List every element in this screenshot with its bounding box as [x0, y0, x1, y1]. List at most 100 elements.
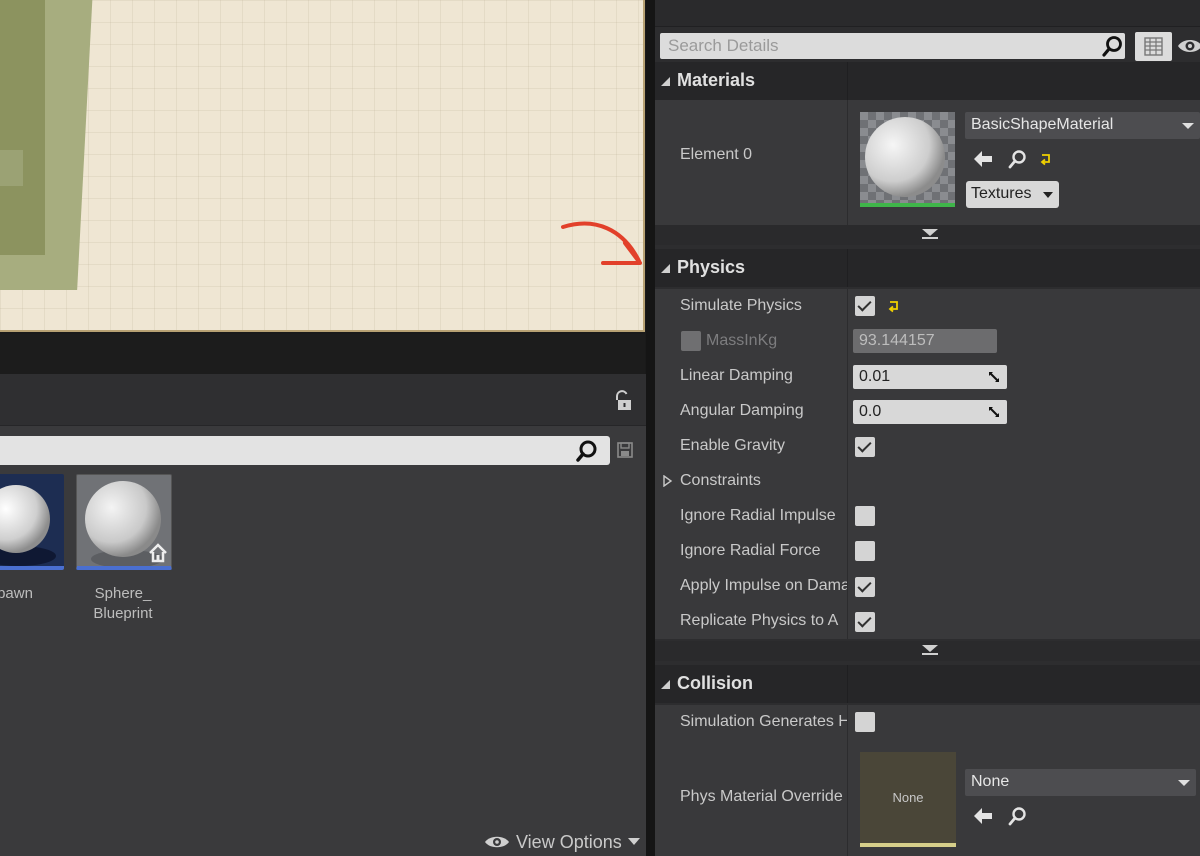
linear-damping-field[interactable]: 0.01 — [853, 365, 1007, 389]
category-header-collision[interactable]: Collision — [655, 665, 1200, 703]
browse-search-icon[interactable] — [1007, 806, 1027, 826]
phys-thumb-label: None — [892, 790, 924, 805]
content-search-input[interactable] — [0, 436, 610, 465]
reset-to-default-icon[interactable] — [1039, 152, 1053, 166]
lock-icon[interactable] — [612, 390, 634, 412]
asset-thumbnail-sphere-blueprint[interactable] — [76, 474, 172, 570]
column-separator — [847, 359, 848, 394]
viewport-mesh-notch — [0, 150, 23, 186]
use-selected-arrow-icon[interactable] — [973, 150, 993, 168]
property-matrix-button[interactable] — [1135, 32, 1172, 61]
drag-spin-icon[interactable] — [987, 405, 1001, 419]
phys-material-select-value: None — [971, 773, 1010, 790]
material-select-value: BasicShapeMaterial — [971, 116, 1114, 133]
property-label: Apply Impulse on Dama — [680, 577, 848, 594]
material-thumbnail[interactable] — [860, 112, 955, 207]
expand-arrow-icon — [922, 645, 938, 652]
column-separator — [847, 429, 848, 464]
element-label: Element 0 — [680, 146, 753, 163]
column-separator — [847, 464, 848, 499]
chevron-down-icon — [1182, 123, 1194, 129]
property-row-mass-in-kg: MassInKg 93.144157 — [655, 324, 1200, 359]
annotation-arrow-icon — [561, 221, 642, 265]
angular-damping-field[interactable]: 0.0 — [853, 400, 1007, 424]
category-title: Materials — [677, 70, 756, 90]
eye-icon[interactable] — [1177, 36, 1200, 56]
textures-label: Textures — [971, 185, 1032, 202]
search-icon[interactable] — [575, 439, 599, 463]
column-separator — [847, 604, 848, 639]
simulate-physics-checkbox[interactable] — [855, 296, 875, 316]
asset-label-pawn: pawn — [0, 584, 70, 604]
property-label: Phys Material Override — [680, 788, 843, 805]
category-header-physics[interactable]: Physics — [655, 249, 1200, 287]
property-row-simulation-generates-hit: Simulation Generates H — [655, 705, 1200, 740]
property-row-apply-impulse: Apply Impulse on Dama — [655, 569, 1200, 604]
content-browser: pawn Sphere_ Blueprint View Options — [0, 374, 646, 856]
category-header-materials[interactable]: Materials — [655, 62, 1200, 100]
column-separator — [847, 100, 848, 225]
property-row-constraints[interactable]: Constraints — [655, 464, 1200, 499]
collapse-triangle-icon — [661, 680, 670, 689]
phys-material-thumbnail[interactable]: None — [860, 752, 956, 847]
details-search-placeholder: Search Details — [668, 36, 779, 55]
level-viewport[interactable] — [0, 0, 645, 332]
blueprint-house-icon — [149, 543, 167, 563]
property-label: Simulate Physics — [680, 297, 802, 314]
collapse-triangle-icon — [661, 264, 670, 273]
textures-dropdown-button[interactable]: Textures — [966, 181, 1059, 208]
browse-search-icon[interactable] — [1007, 149, 1027, 169]
asset-label-line1: Sphere_ — [94, 585, 152, 602]
ignore-radial-force-checkbox[interactable] — [855, 541, 875, 561]
expand-line — [922, 653, 938, 655]
column-separator — [847, 534, 848, 569]
sphere-thumbnail-icon — [0, 485, 56, 566]
property-row-enable-gravity: Enable Gravity — [655, 429, 1200, 464]
ignore-radial-impulse-checkbox[interactable] — [855, 506, 875, 526]
use-selected-arrow-icon[interactable] — [973, 807, 993, 825]
asset-label-pawn-text: pawn — [0, 585, 33, 602]
mass-override-checkbox — [681, 331, 701, 351]
expand-triangle-icon[interactable] — [663, 475, 673, 487]
reset-to-default-icon[interactable] — [887, 299, 901, 313]
property-label: Simulation Generates H — [680, 713, 848, 730]
property-row-replicate-physics: Replicate Physics to A — [655, 604, 1200, 639]
property-label: Enable Gravity — [680, 437, 785, 454]
replicate-physics-checkbox[interactable] — [855, 612, 875, 632]
enable-gravity-checkbox[interactable] — [855, 437, 875, 457]
drag-spin-icon[interactable] — [987, 370, 1001, 384]
property-row-angular-damping: Angular Damping 0.0 — [655, 394, 1200, 429]
property-row-simulate-physics: Simulate Physics — [655, 289, 1200, 324]
view-options-label: View Options — [516, 831, 622, 852]
asset-thumbnail-pawn[interactable] — [0, 474, 64, 570]
column-separator — [847, 62, 848, 100]
expand-advanced-strip[interactable] — [655, 225, 1200, 245]
property-row-phys-material-override: Phys Material Override None None — [655, 740, 1200, 856]
apply-impulse-checkbox[interactable] — [855, 577, 875, 597]
chevron-down-icon — [627, 838, 640, 845]
property-label: Angular Damping — [680, 402, 804, 419]
sphere-thumbnail-icon — [860, 112, 955, 203]
property-row-ignore-radial-force: Ignore Radial Force — [655, 534, 1200, 569]
linear-damping-value: 0.01 — [859, 368, 891, 385]
details-search-input[interactable]: Search Details — [660, 33, 1125, 59]
expand-advanced-strip[interactable] — [655, 641, 1200, 661]
collapse-triangle-icon — [661, 77, 670, 86]
content-browser-toolbar — [0, 374, 646, 426]
column-separator — [847, 499, 848, 534]
panel-splitter[interactable] — [646, 0, 655, 856]
details-header-bar — [655, 0, 1200, 27]
property-row-ignore-radial-impulse: Ignore Radial Impulse — [655, 499, 1200, 534]
column-separator — [847, 665, 848, 703]
expand-line — [922, 237, 938, 239]
property-row-linear-damping: Linear Damping 0.01 — [655, 359, 1200, 394]
viewport-mesh-inner — [0, 0, 45, 255]
details-panel: Search Details Materials Element 0 Basic… — [655, 0, 1200, 856]
material-select[interactable]: BasicShapeMaterial — [965, 112, 1200, 139]
column-separator — [847, 394, 848, 429]
search-icon[interactable] — [1101, 35, 1123, 57]
save-search-icon[interactable] — [616, 441, 634, 459]
view-options-button[interactable]: View Options — [484, 831, 640, 853]
phys-material-select[interactable]: None — [965, 769, 1196, 796]
simulation-generates-hit-checkbox[interactable] — [855, 712, 875, 732]
